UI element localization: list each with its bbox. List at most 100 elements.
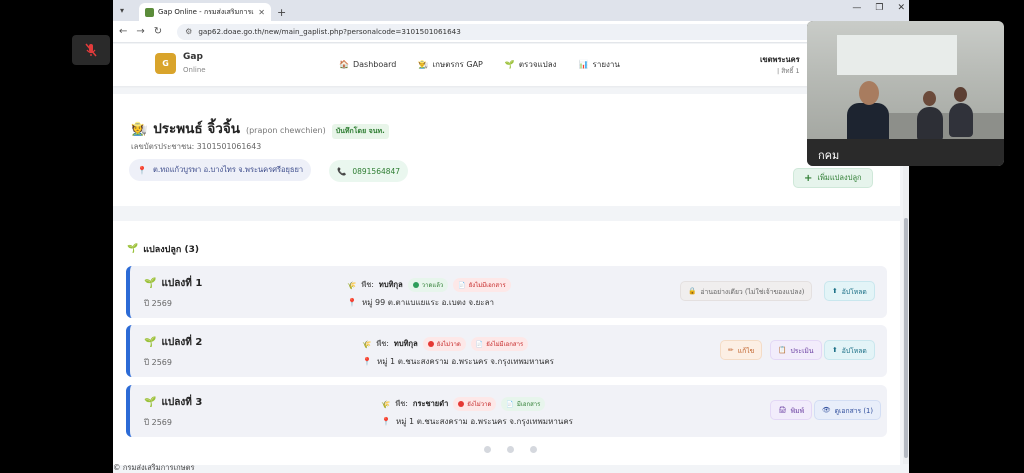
crop-label: พืช: xyxy=(361,280,374,289)
reload-icon[interactable]: ↻ xyxy=(154,26,162,37)
printer-icon: 🖨 xyxy=(778,406,787,414)
evaluate-label: ประเมิน xyxy=(790,346,814,355)
user-menu[interactable]: เขตพระนคร | สิทธิ์ 1 xyxy=(757,54,800,76)
farmer-icon: 🧑‍🌾 xyxy=(131,122,148,137)
plot-card: 🌱 แปลงที่ 1 ปี 2569 🌾 พืช: ทบทิกุล วาดแล… xyxy=(126,266,887,318)
recorder-badge: บันทึกโดย จนท. xyxy=(331,124,389,139)
plot-name-text: แปลงที่ 1 xyxy=(161,278,203,289)
logo-subtitle: Online xyxy=(183,66,206,74)
plots-title-text: แปลงปลูก (3) xyxy=(143,245,199,255)
screen: ▾ Gap Online - กรมส่งเสริมการเกษ ✕ + — ❐… xyxy=(0,0,1024,473)
browser-tab[interactable]: Gap Online - กรมส่งเสริมการเกษ ✕ xyxy=(139,3,271,21)
upload-button[interactable]: ⬆ อัปโหลด xyxy=(824,281,875,301)
add-plot-label: เพิ่มแปลงปลูก xyxy=(817,173,862,182)
dashboard-icon: 🏠 xyxy=(339,60,349,69)
plant-icon: 🌾 xyxy=(347,280,357,290)
status-badge-docs: 📄 ยังไม่มีเอกสาร xyxy=(470,337,529,351)
url-field[interactable]: ⚙ gap62.doae.go.th/new/main_gaplist.php?… xyxy=(177,23,903,40)
dot-icon[interactable] xyxy=(507,446,514,453)
plot-crop: 🌾 พืช: กระชายดำ ยังไม่วาด 📄 มีเอกสาร xyxy=(381,397,546,411)
view-documents-button[interactable]: 👁 ดูเอกสาร (1) xyxy=(814,400,881,420)
browser-window: ▾ Gap Online - กรมส่งเสริมการเกษ ✕ + — ❐… xyxy=(113,0,909,473)
site-info-icon[interactable]: ⚙ xyxy=(185,27,192,36)
phone-icon: 📞 xyxy=(337,166,347,176)
lock-icon: 🔒 xyxy=(688,287,697,295)
upload-icon: ⬆ xyxy=(832,346,838,354)
plots-section: 🌱 แปลงปลูก (3) 🌱 แปลงที่ 1 ปี 2569 🌾 พืช… xyxy=(113,221,900,465)
new-tab-button[interactable]: + xyxy=(277,3,286,21)
pin-icon: 📍 xyxy=(137,165,147,175)
menu-item-reports[interactable]: 📊 รายงาน xyxy=(579,58,620,71)
site-favicon-icon xyxy=(145,7,154,17)
view-documents-label: ดูเอกสาร (1) xyxy=(834,406,873,415)
farmer-name: ประพนธ์ จิ้วจิ้น xyxy=(153,121,240,137)
menu-item-label: รายงาน xyxy=(592,60,620,69)
document-icon: 📄 xyxy=(458,281,466,289)
back-icon[interactable]: ← xyxy=(119,26,127,37)
footer-copyright: © กรมส่งเสริมการเกษตร xyxy=(113,463,195,472)
document-icon: 📄 xyxy=(506,400,514,408)
crop-label: พืช: xyxy=(395,399,408,408)
sprout-icon: 🌱 xyxy=(504,60,515,69)
profile-name-row: 🧑‍🌾 ประพนธ์ จิ้วจิ้น (prapon chewchien) … xyxy=(131,117,389,139)
video-head-shape xyxy=(859,81,879,105)
menu-item-label: เกษตรกร GAP xyxy=(432,60,483,69)
phone-chip[interactable]: 📞 0891564847 xyxy=(329,160,409,182)
add-plot-button[interactable]: + เพิ่มแปลงปลูก xyxy=(793,168,873,188)
scrollbar-thumb[interactable] xyxy=(904,218,908,458)
carousel-dots xyxy=(484,446,537,453)
menu-item-farmers[interactable]: 👨‍🌾 เกษตรกร GAP xyxy=(418,58,483,71)
close-window-icon[interactable]: ✕ xyxy=(897,3,905,13)
print-label: พิมพ์ xyxy=(790,406,805,415)
status-text: ยังไม่มีเอกสาร xyxy=(486,341,524,348)
upload-label: อัปโหลด xyxy=(841,346,867,355)
plot-name: 🌱 แปลงที่ 3 xyxy=(144,395,202,410)
user-role: | สิทธิ์ 1 xyxy=(777,67,800,75)
plot-address-text: หมู่ 1 ต.ชนะสงคราม อ.พระนคร จ.กรุงเทพมหา… xyxy=(376,357,554,366)
menu-item-dashboard[interactable]: 🏠 Dashboard xyxy=(339,58,396,71)
edit-button[interactable]: ✏ แก้ไข xyxy=(720,340,763,360)
sprout-icon: 🌱 xyxy=(127,244,139,254)
status-badge-docs: 📄 มีเอกสาร xyxy=(501,397,546,411)
eye-icon: 👁 xyxy=(822,406,831,414)
status-dot-icon xyxy=(427,341,434,347)
plot-card: 🌱 แปลงที่ 3 ปี 2569 🌾 พืช: กระชายดำ ยังไ… xyxy=(126,385,887,437)
menu-item-inspect[interactable]: 🌱 ตรวจแปลง xyxy=(505,58,557,71)
sprout-icon: 🌱 xyxy=(144,337,157,348)
mic-muted-icon xyxy=(85,43,97,57)
video-person-shape xyxy=(949,103,973,137)
plot-address: 📍 หมู่ 1 ต.ชนะสงคราม อ.พระนคร จ.กรุงเทพม… xyxy=(381,415,573,428)
phone-text: 0891564847 xyxy=(352,166,401,176)
minimize-icon[interactable]: — xyxy=(852,3,861,13)
tab-search-icon[interactable]: ▾ xyxy=(113,0,131,21)
readonly-badge: 🔒 อ่านอย่างเดียว (ไม่ใช่เจ้าของแปลง) xyxy=(680,281,813,301)
video-tile[interactable]: กคม xyxy=(807,21,1004,166)
menu-item-label: ตรวจแปลง xyxy=(518,60,557,69)
plot-name-text: แปลงที่ 2 xyxy=(161,337,203,348)
status-text: มีเอกสาร xyxy=(516,401,541,408)
plot-name-text: แปลงที่ 3 xyxy=(161,397,203,408)
location-chip: 📍 ต.ทถแก้วบูรพา อ.บางไทร จ.พระนครศรีอยุธ… xyxy=(129,159,312,181)
plot-address-text: หมู่ 1 ต.ชนะสงคราม อ.พระนคร จ.กรุงเทพมหา… xyxy=(395,417,573,426)
dot-icon[interactable] xyxy=(484,446,491,453)
print-button[interactable]: 🖨 พิมพ์ xyxy=(770,400,813,420)
forward-icon[interactable]: → xyxy=(136,26,144,37)
close-tab-icon[interactable]: ✕ xyxy=(258,8,265,17)
document-icon: 📄 xyxy=(475,340,484,348)
crop-label: พืช: xyxy=(376,339,389,348)
plot-name: 🌱 แปลงที่ 1 xyxy=(144,276,202,291)
mic-muted-button[interactable] xyxy=(72,35,110,65)
plot-year: ปี 2569 xyxy=(144,299,172,308)
evaluate-button[interactable]: 📋 ประเมิน xyxy=(770,340,822,360)
plot-crop: 🌾 พืช: ทบทิกุล ยังไม่วาด 📄 ยังไม่มีเอกสาร xyxy=(362,337,529,351)
plot-name: 🌱 แปลงที่ 2 xyxy=(144,335,202,350)
logo[interactable]: G xyxy=(155,53,176,74)
status-text: ยังไม่วาด xyxy=(467,401,492,408)
plant-icon: 🌾 xyxy=(381,399,391,409)
citizen-id-label: เลขบัตรประชาชน: xyxy=(131,142,195,151)
status-badge-drawn: ยังไม่วาด xyxy=(453,397,497,411)
maximize-icon[interactable]: ❐ xyxy=(875,3,883,13)
dot-icon[interactable] xyxy=(530,446,537,453)
window-controls: — ❐ ✕ xyxy=(852,3,905,13)
upload-button[interactable]: ⬆ อัปโหลด xyxy=(824,340,875,360)
